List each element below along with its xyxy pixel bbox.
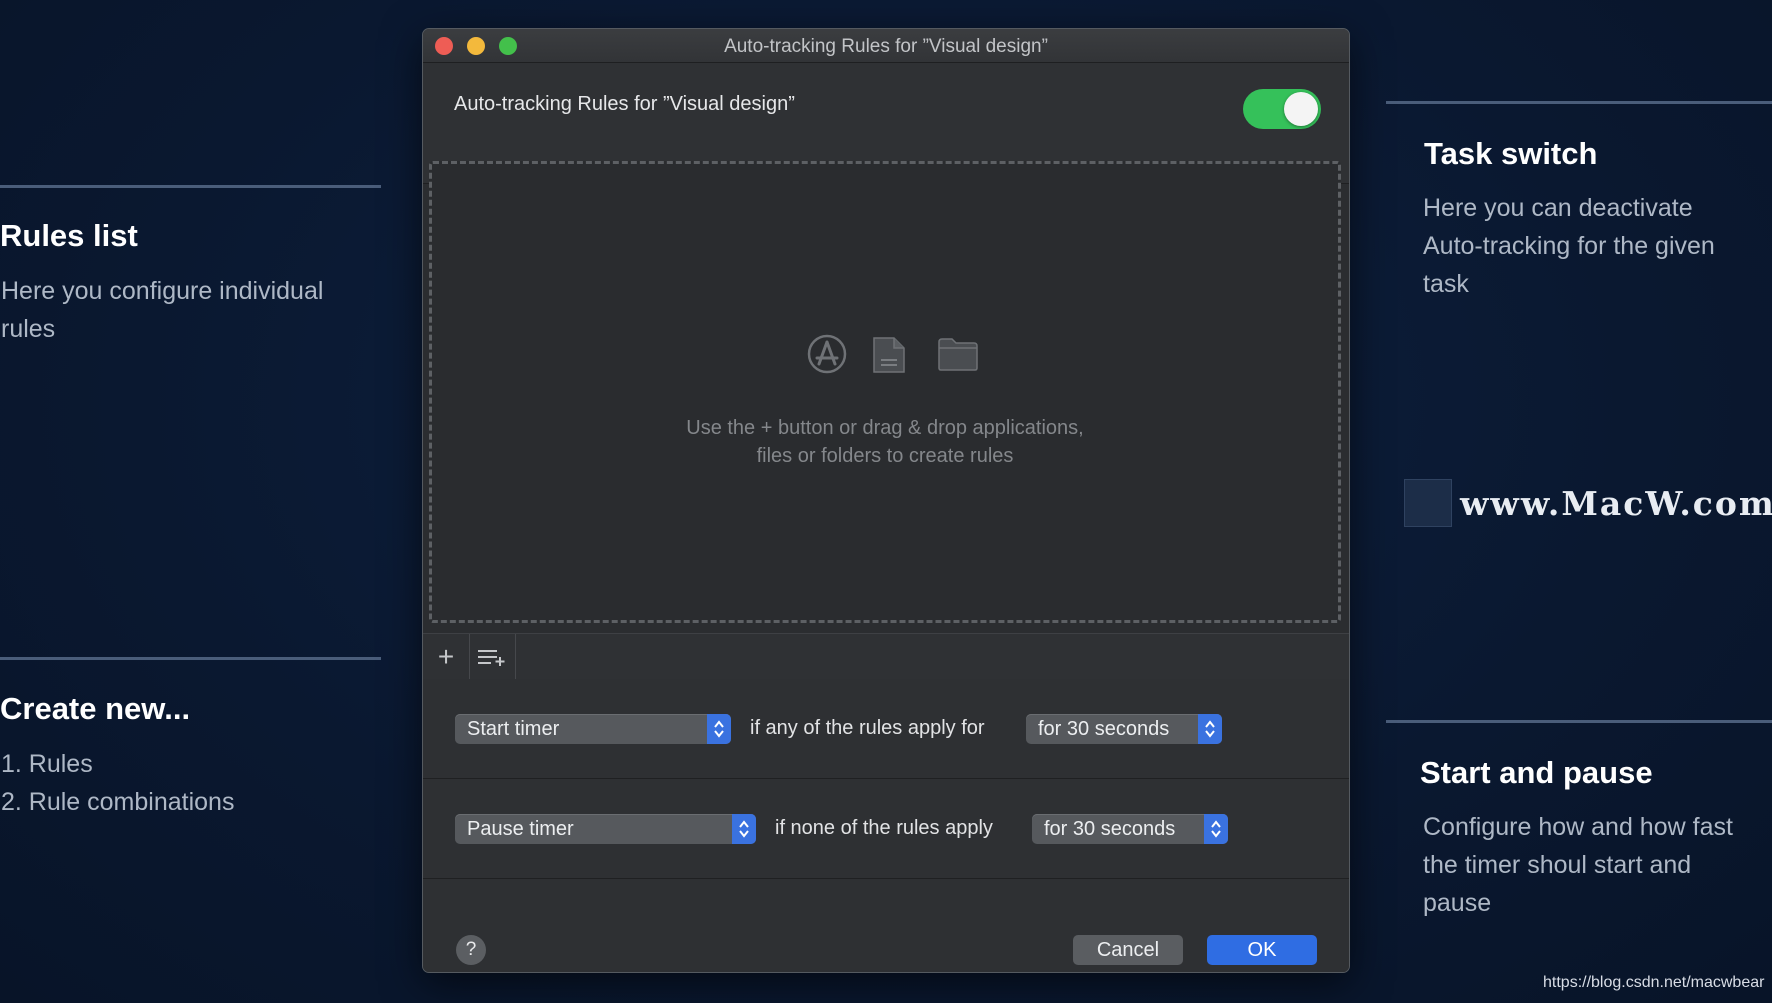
add-rule-button[interactable]: + — [423, 634, 470, 679]
auto-tracking-toggle[interactable] — [1243, 89, 1321, 129]
create-new-title: Create new... — [0, 691, 191, 726]
task-switch-text-line: Auto-tracking for the given — [1423, 232, 1715, 260]
header-title: Auto-tracking Rules for ”Visual design” — [454, 93, 795, 115]
add-rule-combination-button[interactable] — [469, 634, 516, 679]
help-button[interactable]: ? — [456, 935, 486, 965]
auto-tracking-rules-dialog: Auto-tracking Rules for ”Visual design” … — [422, 28, 1350, 973]
start-pause-divider — [1386, 720, 1772, 723]
start-action-select[interactable]: Start timer — [455, 714, 731, 744]
watermark-text: www.MacW.com — [1460, 483, 1772, 523]
add-combination-icon — [478, 649, 505, 666]
start-rule-row: Start timer if any of the rules apply fo… — [423, 679, 1349, 779]
pause-condition-text: if none of the rules apply — [775, 817, 993, 839]
start-duration-value: for 30 seconds — [1038, 718, 1170, 740]
create-new-item: 1. Rules — [1, 750, 93, 778]
chevron-up-down-icon — [707, 714, 731, 744]
rules-list-description: Here you configure individual rules — [1, 272, 381, 348]
ok-button[interactable]: OK — [1207, 935, 1317, 965]
pause-action-value: Pause timer — [467, 818, 574, 840]
toggle-knob — [1284, 92, 1318, 126]
start-pause-title: Start and pause — [1420, 755, 1653, 790]
start-condition-text: if any of the rules apply for — [750, 717, 985, 739]
create-new-item: 2. Rule combinations — [1, 788, 235, 816]
create-new-divider — [0, 657, 381, 660]
folder-icon — [938, 338, 978, 371]
pause-action-select[interactable]: Pause timer — [455, 814, 756, 844]
drop-zone-hint: Use the + button or drag & drop applicat… — [432, 414, 1338, 470]
chevron-up-down-icon — [1198, 714, 1222, 744]
drop-zone-hint-line: files or folders to create rules — [756, 445, 1014, 467]
start-action-value: Start timer — [467, 718, 560, 740]
rules-toolbar: + — [423, 633, 1349, 680]
rules-list-text-line: Here you configure individual — [1, 277, 324, 305]
start-pause-text-line: the timer shoul start and — [1423, 851, 1692, 879]
chevron-up-down-icon — [1204, 814, 1228, 844]
task-switch-title: Task switch — [1424, 136, 1598, 171]
task-switch-text-line: Here you can deactivate — [1423, 194, 1693, 222]
app-store-icon — [807, 334, 847, 374]
rules-list-title: Rules list — [0, 218, 138, 253]
dialog-footer: ? Cancel OK — [423, 879, 1349, 972]
plus-icon: + — [437, 640, 455, 672]
watermark-logo — [1404, 479, 1452, 527]
source-credit: https://blog.csdn.net/macwbear — [1543, 974, 1765, 991]
drop-zone-hint-line: Use the + button or drag & drop applicat… — [686, 417, 1084, 439]
pause-duration-value: for 30 seconds — [1044, 818, 1176, 840]
start-pause-text-line: pause — [1423, 889, 1492, 917]
create-new-list: 1. Rules 2. Rule combinations — [1, 745, 381, 821]
rules-drop-zone[interactable]: Use the + button or drag & drop applicat… — [429, 161, 1341, 623]
watermark: www.MacW.com — [1404, 479, 1772, 527]
start-duration-select[interactable]: for 30 seconds — [1026, 714, 1222, 744]
document-icon — [873, 337, 905, 373]
rules-list-divider — [0, 185, 381, 188]
task-switch-text-line: task — [1423, 270, 1469, 298]
cancel-button[interactable]: Cancel — [1073, 935, 1183, 965]
rules-list-text-line: rules — [1, 315, 56, 343]
drop-zone-icons — [807, 334, 987, 378]
pause-duration-select[interactable]: for 30 seconds — [1032, 814, 1228, 844]
background: Rules list Here you configure individual… — [0, 0, 1772, 1003]
start-pause-description: Configure how and how fast the timer sho… — [1423, 808, 1768, 922]
start-pause-text-line: Configure how and how fast — [1423, 813, 1733, 841]
dialog-header: Auto-tracking Rules for ”Visual design” — [423, 29, 1349, 184]
chevron-up-down-icon — [732, 814, 756, 844]
pause-rule-row: Pause timer if none of the rules apply f… — [423, 779, 1349, 879]
task-switch-description: Here you can deactivate Auto-tracking fo… — [1423, 189, 1768, 303]
task-switch-divider — [1386, 101, 1772, 104]
